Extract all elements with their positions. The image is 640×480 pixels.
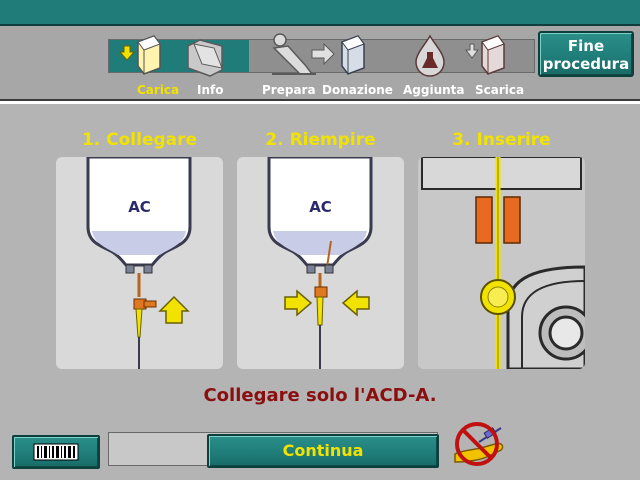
barcode-icon <box>33 443 79 461</box>
connect-only-acd-a-message: Collegare solo l'ACD-A. <box>203 385 437 406</box>
step-label-info: Info <box>197 83 224 97</box>
connect-bag-illustration <box>86 157 192 369</box>
step-label-aggiunta: Aggiunta <box>403 83 465 97</box>
step-label-prepara: Prepara <box>262 83 316 97</box>
panel-title-riempire: 2. Riempire <box>265 130 376 150</box>
barcode-button[interactable] <box>12 435 100 469</box>
bag-label-ac-1: AC <box>128 198 151 216</box>
fill-bag-illustration <box>267 157 373 369</box>
end-procedure-button[interactable]: Fine procedura <box>538 31 634 77</box>
instruction-panel-collegare <box>56 157 223 369</box>
continue-button[interactable]: Continua <box>207 434 439 468</box>
insert-line-illustration <box>418 157 585 369</box>
step-label-carica: Carica <box>137 83 180 97</box>
load-cassette-icon <box>118 35 161 75</box>
step-label-donazione: Donazione <box>322 83 393 97</box>
step-label-scarica: Scarica <box>475 83 525 97</box>
flask-drop-icon <box>415 34 445 77</box>
folder-icon <box>187 39 223 77</box>
panel-title-collegare: 1. Collegare <box>81 130 198 150</box>
donation-cassette-icon <box>341 35 365 75</box>
no-arm-needle-icon <box>454 422 504 466</box>
header-divider <box>0 101 640 104</box>
instruction-panel-inserire <box>418 157 585 369</box>
unload-cassette-icon <box>465 35 505 75</box>
instruction-panel-riempire <box>237 157 404 369</box>
top-status-bar <box>0 0 640 26</box>
panel-title-inserire: 3. Inserire <box>452 130 551 150</box>
bag-label-ac-2: AC <box>309 198 332 216</box>
end-procedure-label-line1: Fine <box>567 37 605 55</box>
end-procedure-label-line2: procedura <box>542 55 630 73</box>
